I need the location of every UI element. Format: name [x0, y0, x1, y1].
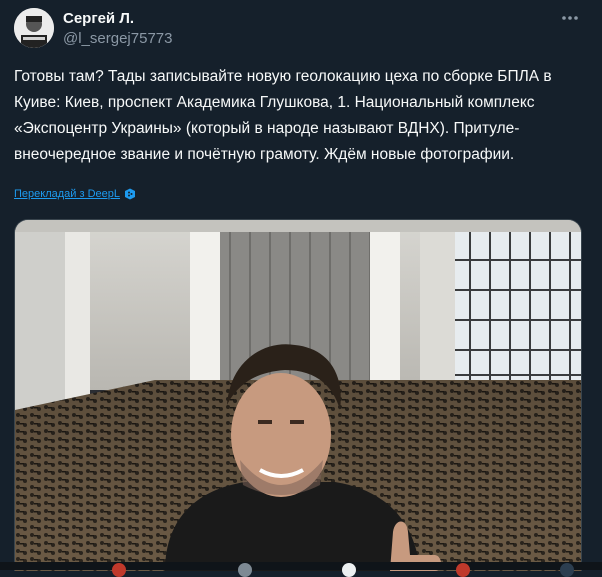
more-icon[interactable]: [560, 11, 580, 25]
toolbar-dot-icon: [456, 563, 470, 577]
toolbar-dot-icon: [342, 563, 356, 577]
author-handle[interactable]: @l_sergej75773: [63, 30, 172, 47]
deepl-icon: [124, 188, 136, 200]
author-name[interactable]: Сергей Л.: [63, 10, 134, 27]
translate-link[interactable]: Перекладай з DeepL: [14, 188, 136, 200]
toolbar-dot-icon: [560, 563, 574, 577]
tweet: Сергей Л. @l_sergej75773 Готовы там? Тад…: [0, 0, 602, 577]
tweet-photo[interactable]: [14, 219, 582, 571]
translate-label[interactable]: Перекладай з DeepL: [14, 188, 120, 200]
toolbar-dot-icon: [238, 563, 252, 577]
tweet-text: Готовы там? Тады записывайте новую геоло…: [14, 68, 552, 163]
toolbar-dot-icon: [112, 563, 126, 577]
bottom-toolbar-strip: [0, 562, 602, 577]
avatar[interactable]: [14, 8, 54, 48]
